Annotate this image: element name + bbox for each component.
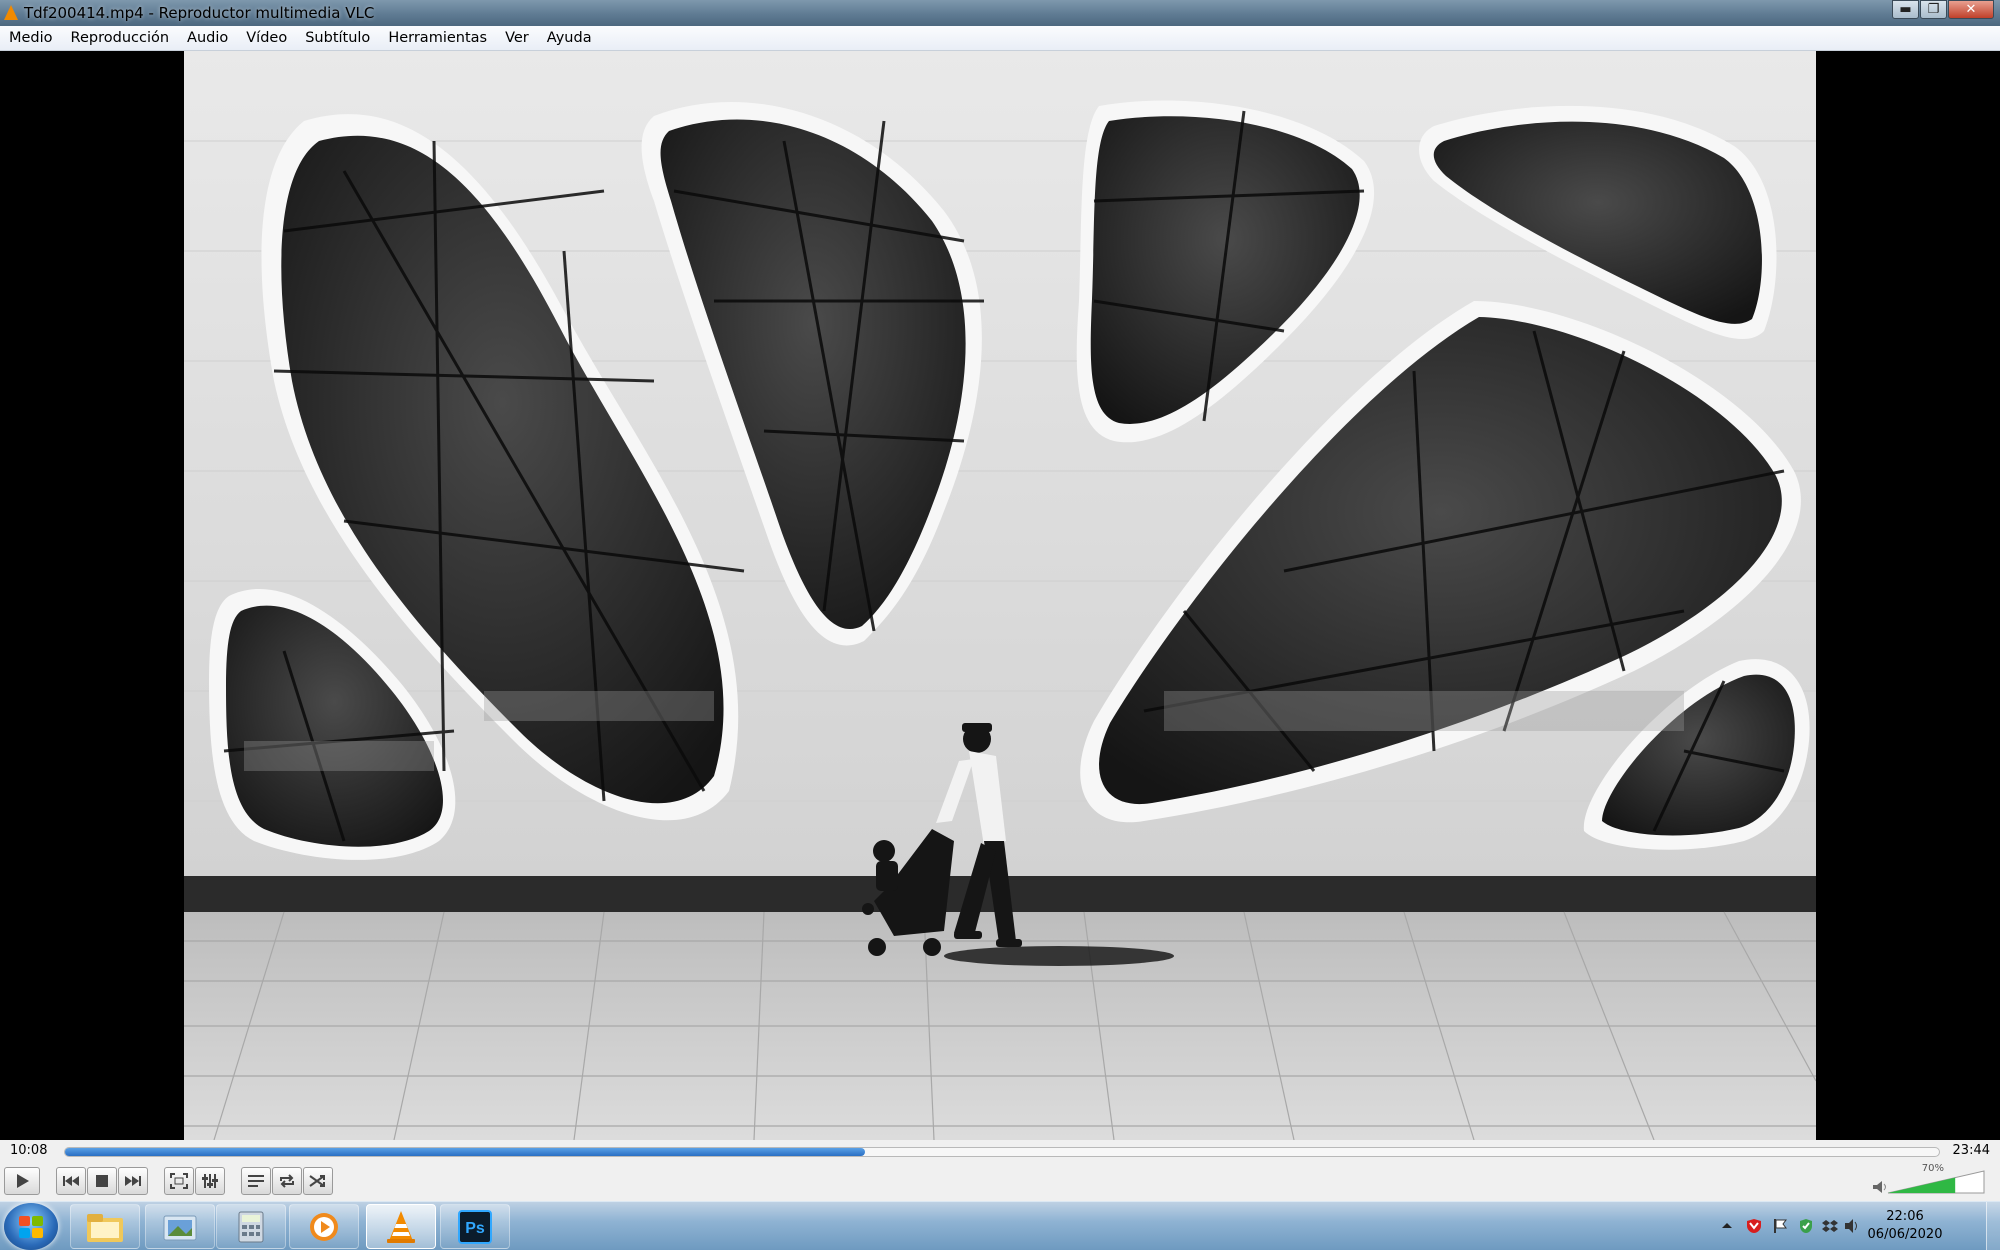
video-frame — [184, 51, 1816, 1140]
taskbar-media-player[interactable] — [289, 1204, 359, 1249]
minimize-button[interactable]: ▬ — [1892, 0, 1919, 19]
clock[interactable]: 22:06 06/06/2020 — [1850, 1208, 1960, 1244]
seek-row: 10:08 23:44 — [0, 1140, 2000, 1163]
window-controls: ▬ ❐ ✕ — [1891, 0, 1994, 20]
seek-bar[interactable] — [64, 1147, 1940, 1157]
taskbar-explorer[interactable] — [70, 1204, 140, 1249]
dropbox-icon[interactable] — [1822, 1218, 1838, 1234]
window-title: Tdf200414.mp4 - Reproductor multimedia V… — [24, 4, 375, 22]
vlc-cone-icon — [4, 5, 18, 20]
menu-audio[interactable]: Audio — [178, 26, 237, 50]
taskbar-vlc[interactable] — [366, 1204, 436, 1249]
seek-progress — [65, 1148, 865, 1156]
shuffle-button[interactable] — [303, 1167, 333, 1195]
loop-icon — [280, 1174, 294, 1188]
calculator-icon — [238, 1211, 264, 1242]
photoshop-icon: Ps — [458, 1209, 492, 1244]
windows-explorer-icon — [87, 1213, 123, 1242]
menu-video[interactable]: Vídeo — [237, 26, 296, 50]
loop-button[interactable] — [272, 1167, 302, 1195]
previous-button[interactable] — [56, 1167, 86, 1195]
stop-icon — [96, 1175, 108, 1187]
previous-icon — [63, 1176, 79, 1186]
title-bar[interactable]: Tdf200414.mp4 - Reproductor multimedia V… — [0, 0, 2000, 26]
clock-date: 06/06/2020 — [1867, 1227, 1943, 1242]
controls-bar: 70% — [0, 1163, 2000, 1201]
menu-medio[interactable]: Medio — [0, 26, 62, 50]
restore-button[interactable]: ❐ — [1920, 0, 1947, 19]
vlc-icon — [387, 1210, 415, 1243]
menu-herramientas[interactable]: Herramientas — [379, 26, 496, 50]
start-button[interactable] — [4, 1203, 58, 1250]
action-center-flag-icon[interactable] — [1772, 1218, 1788, 1234]
next-button[interactable] — [118, 1167, 148, 1195]
close-button[interactable]: ✕ — [1948, 0, 1994, 19]
extended-settings-button[interactable] — [195, 1167, 225, 1195]
vlc-window: Tdf200414.mp4 - Reproductor multimedia V… — [0, 0, 2000, 1250]
fullscreen-button[interactable] — [164, 1167, 194, 1195]
taskbar: Ps 22:06 06/06/2020 — [0, 1201, 2000, 1250]
menu-reproduccion[interactable]: Reproducción — [62, 26, 179, 50]
total-time: 23:44 — [1952, 1143, 1990, 1158]
stop-button[interactable] — [87, 1167, 117, 1195]
taskbar-photoshop[interactable]: Ps — [440, 1204, 510, 1249]
playlist-icon — [248, 1175, 264, 1187]
play-icon — [17, 1174, 29, 1188]
next-icon — [125, 1176, 141, 1186]
current-time: 10:08 — [10, 1143, 48, 1158]
taskbar-calculator[interactable] — [216, 1204, 286, 1249]
taskbar-photos[interactable] — [145, 1204, 215, 1249]
volume-slider[interactable] — [1886, 1165, 1986, 1195]
menu-bar: Medio Reproducción Audio Vídeo Subtítulo… — [0, 26, 2000, 51]
extended-settings-icon — [202, 1174, 218, 1188]
fullscreen-icon — [170, 1173, 188, 1189]
menu-subtitulo[interactable]: Subtítulo — [296, 26, 379, 50]
photoshop-label: Ps — [465, 1220, 485, 1237]
volume-gauge — [1887, 1170, 1985, 1194]
mcafee-shield-icon[interactable] — [1746, 1218, 1762, 1234]
show-desktop-button[interactable] — [1986, 1202, 2000, 1250]
system-tray: 22:06 06/06/2020 — [1680, 1202, 2000, 1250]
menu-ayuda[interactable]: Ayuda — [538, 26, 601, 50]
security-check-icon[interactable] — [1798, 1218, 1814, 1234]
photo-folder-icon — [163, 1215, 197, 1240]
media-player-icon — [310, 1212, 338, 1241]
video-frame-image — [184, 51, 1816, 1140]
playlist-button[interactable] — [241, 1167, 271, 1195]
menu-ver[interactable]: Ver — [496, 26, 538, 50]
show-hidden-icons-icon[interactable] — [1720, 1218, 1736, 1234]
play-button[interactable] — [4, 1167, 40, 1195]
windows-logo-icon — [19, 1216, 43, 1238]
shuffle-icon — [309, 1175, 325, 1187]
video-area[interactable] — [0, 51, 2000, 1140]
clock-time: 22:06 — [1886, 1209, 1924, 1224]
